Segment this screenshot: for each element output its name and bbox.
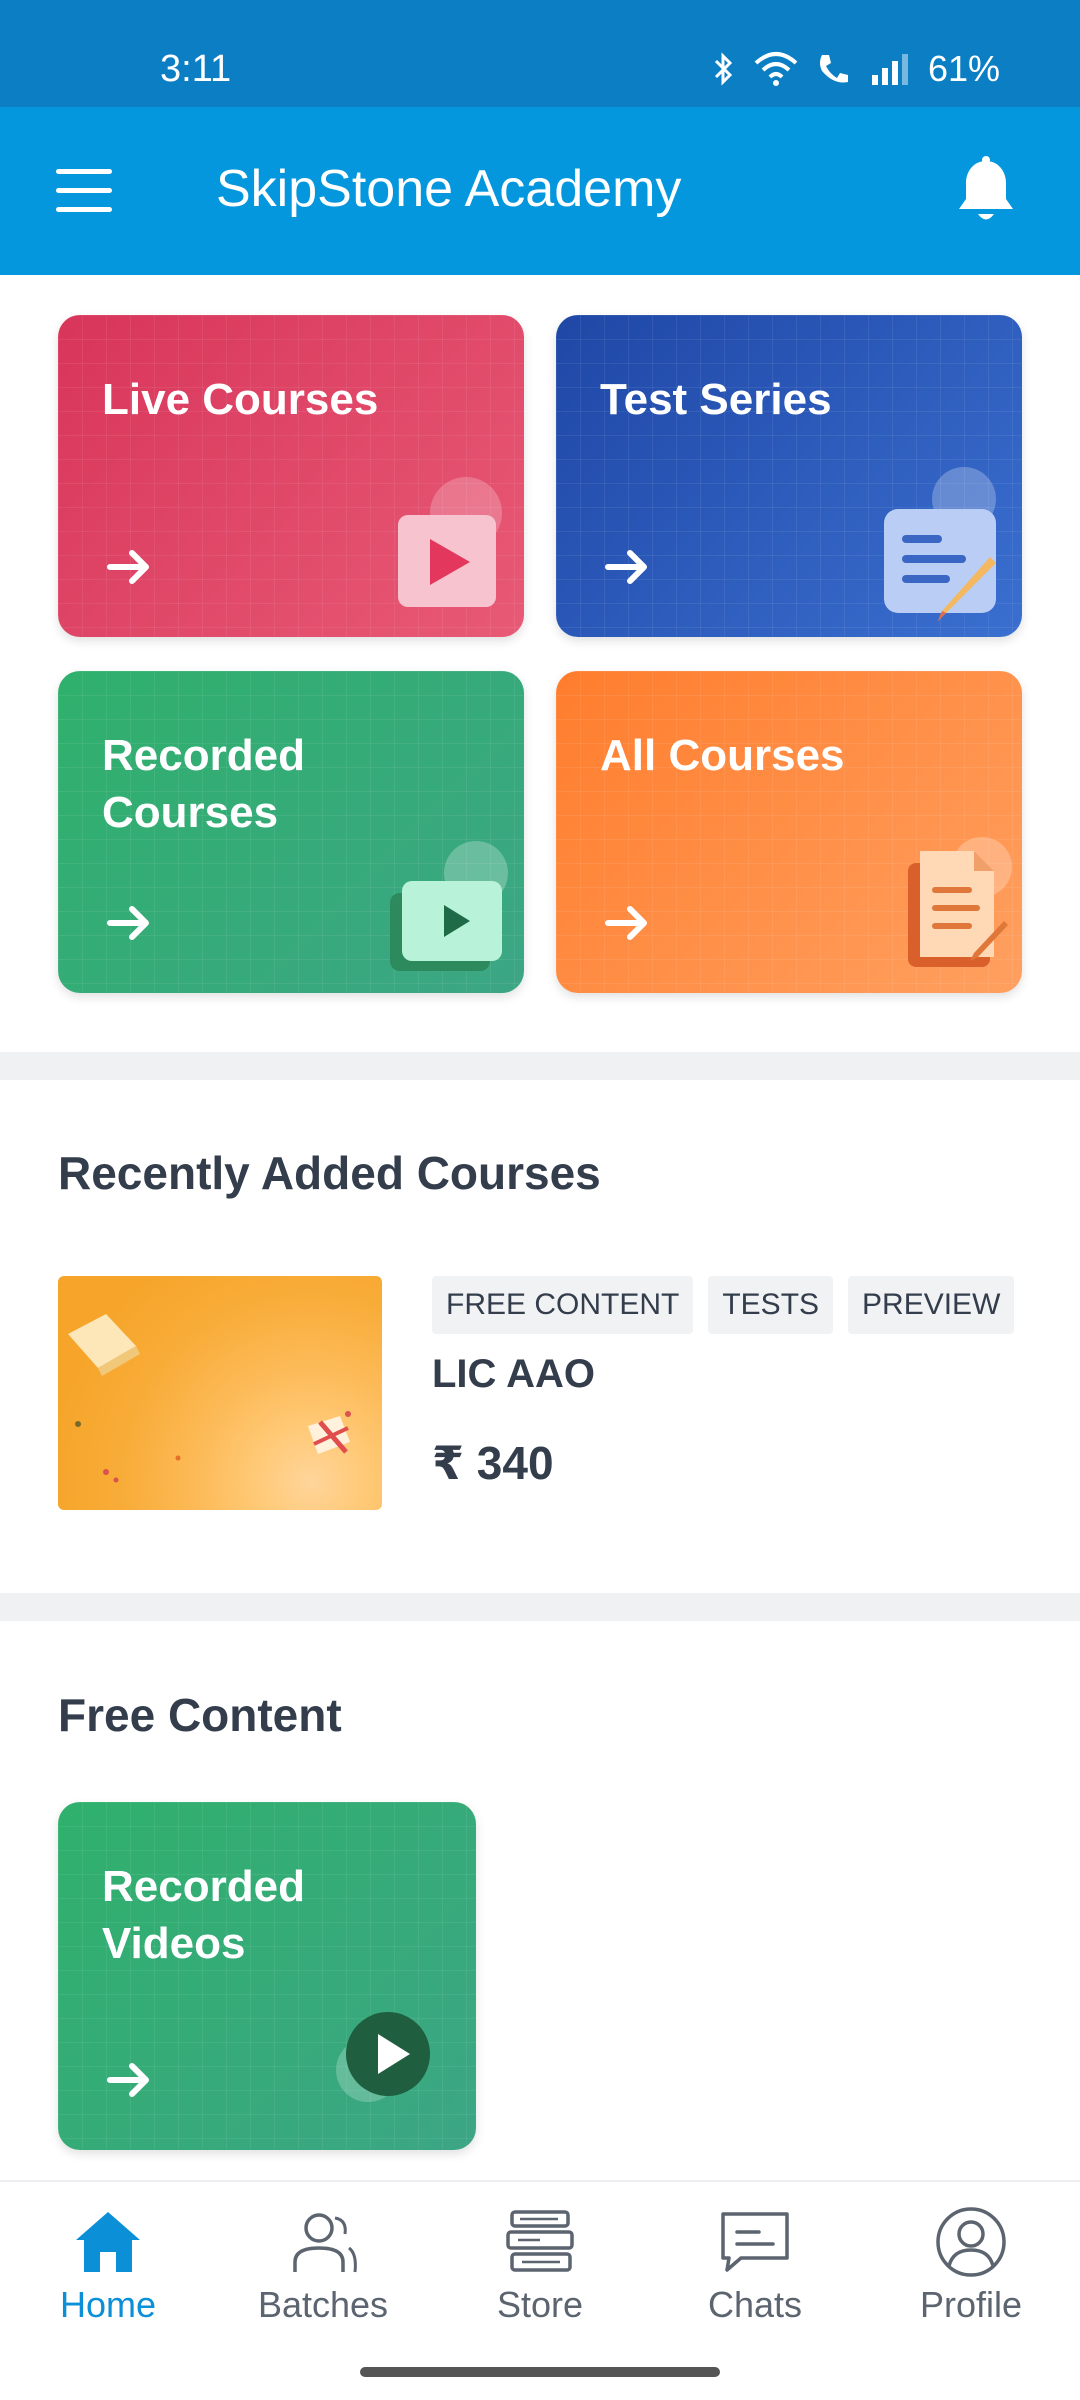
nav-store[interactable]: Store bbox=[440, 2206, 640, 2326]
home-indicator[interactable] bbox=[360, 2367, 720, 2377]
nav-chats[interactable]: Chats bbox=[655, 2206, 855, 2326]
arrow-right-icon bbox=[605, 550, 647, 584]
nav-label: Profile bbox=[919, 2284, 1023, 2325]
course-thumbnail[interactable] bbox=[58, 1276, 382, 1510]
nav-label: Home bbox=[59, 2284, 157, 2325]
wifi-icon bbox=[754, 52, 798, 86]
status-bar: 3:11 61% bbox=[0, 0, 1080, 107]
video-play-icon bbox=[398, 477, 502, 607]
wifi-call-icon bbox=[819, 55, 848, 83]
status-time: 3:11 bbox=[160, 48, 232, 90]
tile-label: Recorded Videos bbox=[102, 1862, 305, 1968]
nav-label: Store bbox=[496, 2284, 584, 2325]
test-document-icon bbox=[884, 467, 996, 621]
free-content-title: Free Content bbox=[58, 1689, 342, 1741]
status-icons: 61% bbox=[712, 48, 1000, 90]
recorded-courses-tile[interactable]: Recorded Courses bbox=[58, 671, 524, 993]
video-player-icon bbox=[390, 841, 508, 971]
bluetooth-icon bbox=[714, 52, 733, 86]
tile-label: Recorded Courses bbox=[102, 731, 305, 837]
arrow-right-icon bbox=[605, 906, 647, 940]
recorded-videos-tile[interactable]: Recorded Videos bbox=[58, 1802, 476, 2150]
tag-tests: TESTS bbox=[708, 1276, 834, 1334]
course-price: ₹ 340 bbox=[432, 1437, 554, 1489]
all-courses-tile[interactable]: All Courses bbox=[556, 671, 1022, 993]
nav-home[interactable]: Home bbox=[8, 2206, 208, 2326]
test-series-tile[interactable]: Test Series bbox=[556, 315, 1022, 637]
recently-added-title: Recently Added Courses bbox=[58, 1147, 601, 1199]
course-tags: FREE CONTENT TESTS PREVIEW bbox=[432, 1276, 1015, 1334]
tag-free-content: FREE CONTENT bbox=[432, 1276, 694, 1334]
nav-label: Batches bbox=[257, 2284, 389, 2325]
course-name[interactable]: LIC AAO bbox=[432, 1352, 595, 1397]
battery-level: 61% bbox=[927, 48, 1000, 89]
nav-profile[interactable]: Profile bbox=[871, 2206, 1071, 2326]
arrow-right-icon bbox=[107, 2063, 149, 2097]
course-thumbnail-art bbox=[68, 1314, 351, 1483]
arrow-right-icon bbox=[107, 906, 149, 940]
tag-preview: PREVIEW bbox=[848, 1276, 1015, 1334]
play-circle-icon bbox=[336, 2012, 430, 2102]
tile-label: All Courses bbox=[600, 731, 845, 780]
batches-icon bbox=[293, 2213, 357, 2273]
section-divider bbox=[0, 1052, 1080, 1080]
tile-label: Test Series bbox=[600, 375, 832, 424]
nav-batches[interactable]: Batches bbox=[223, 2206, 423, 2326]
profile-icon bbox=[936, 2207, 1006, 2277]
section-divider bbox=[0, 1593, 1080, 1621]
document-notes-icon bbox=[908, 837, 1012, 967]
nav-label: Chats bbox=[707, 2284, 803, 2325]
signal-icon bbox=[871, 54, 908, 85]
live-courses-tile[interactable]: Live Courses bbox=[58, 315, 524, 637]
home-icon bbox=[76, 2212, 140, 2272]
arrow-right-icon bbox=[107, 550, 149, 584]
menu-icon[interactable] bbox=[56, 169, 112, 213]
app-title: SkipStone Academy bbox=[216, 160, 682, 218]
tile-label: Live Courses bbox=[102, 375, 379, 424]
chats-icon bbox=[721, 2212, 789, 2272]
notification-bell-icon[interactable] bbox=[954, 155, 1018, 227]
store-icon bbox=[506, 2210, 574, 2272]
app-bar: SkipStone Academy bbox=[0, 107, 1080, 275]
